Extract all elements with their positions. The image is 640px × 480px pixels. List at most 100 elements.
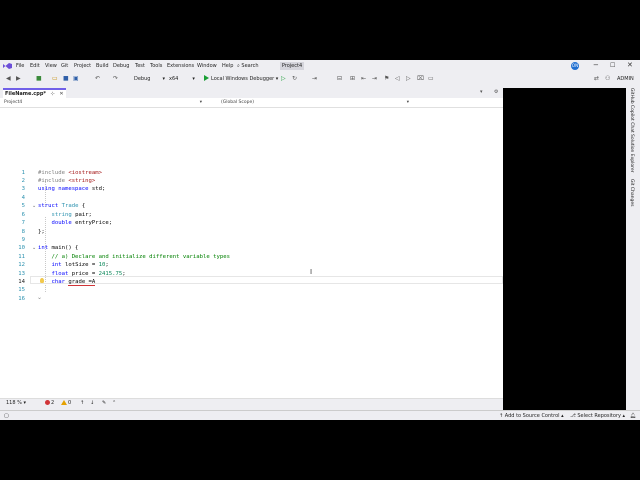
editor-status-bar: 118 % ▾ 2 0 ↑ ↓ ✎ ⌃ bbox=[0, 398, 503, 408]
warning-count[interactable]: 0 bbox=[61, 400, 71, 407]
menu-project[interactable]: Project bbox=[74, 63, 91, 69]
outdent-icon[interactable]: ⇥ bbox=[372, 75, 377, 83]
minimize-icon[interactable]: − bbox=[593, 61, 599, 69]
close-tab-icon[interactable]: ✕ bbox=[59, 91, 63, 97]
previous-issue-icon[interactable]: ↑ bbox=[80, 400, 84, 407]
keyword: double bbox=[51, 220, 72, 226]
code-line: struct Trade { bbox=[38, 202, 85, 210]
visual-studio-logo-icon bbox=[3, 63, 12, 69]
status-bar: ▢ ↑ Add to Source Control ▴ ⎇ Select Rep… bbox=[0, 410, 640, 420]
new-project-icon[interactable]: ■ bbox=[36, 75, 42, 83]
project-name-badge: Project4 bbox=[280, 62, 304, 70]
platform-dropdown[interactable]: x64 ▾ bbox=[169, 75, 195, 83]
start-debugging-button[interactable]: Local Windows Debugger ▾ bbox=[204, 75, 278, 83]
user-icon[interactable]: ⚇ bbox=[605, 75, 610, 83]
settings-icon[interactable]: ⚙ bbox=[494, 89, 498, 95]
keyword: int bbox=[51, 262, 62, 268]
undo-icon[interactable]: ↶ bbox=[95, 75, 100, 83]
line-number: 16 bbox=[18, 296, 25, 302]
menu-file[interactable]: File bbox=[16, 63, 24, 69]
menu-window[interactable]: Window bbox=[197, 63, 217, 69]
next-bookmark-icon[interactable]: ▷ bbox=[406, 75, 411, 83]
project-scope-dropdown[interactable]: Project4 ▾ bbox=[4, 99, 204, 106]
close-window-icon[interactable]: ✕ bbox=[627, 61, 633, 69]
redo-icon[interactable]: ↷ bbox=[113, 75, 118, 83]
text-cursor-icon: I bbox=[310, 268, 313, 276]
line-number: 5 bbox=[21, 203, 25, 209]
back-icon[interactable]: ◀ bbox=[6, 75, 11, 83]
comment-icon[interactable]: ⊟ bbox=[337, 75, 342, 83]
zoom-level[interactable]: 118 % ▾ bbox=[6, 400, 26, 407]
project-scope-label: Project4 bbox=[4, 100, 23, 105]
indent-icon[interactable]: ⇤ bbox=[361, 75, 366, 83]
menu-tools[interactable]: Tools bbox=[150, 63, 162, 69]
start-without-debugging-icon[interactable]: ▷ bbox=[281, 75, 286, 83]
select-repository-label: Select Repository bbox=[577, 413, 621, 419]
menu-debug[interactable]: Debug bbox=[113, 63, 129, 69]
menu-test[interactable]: Test bbox=[135, 63, 145, 69]
tab-git-changes[interactable]: Git Changes bbox=[629, 179, 634, 207]
menu-help[interactable]: Help bbox=[222, 63, 233, 69]
document-tab-strip: FileName.cpp* ⊹ ✕ ▾ ⚙ bbox=[0, 88, 503, 100]
error-icon bbox=[45, 400, 50, 405]
add-source-control-button[interactable]: ↑ Add to Source Control ▴ bbox=[499, 413, 564, 419]
menu-build[interactable]: Build bbox=[96, 63, 109, 69]
include-path: <string> bbox=[68, 178, 96, 184]
code-editor[interactable]: 1 2 3 4 5 6 7 8 9 10 11 12 13 14 15 16 ⌄… bbox=[0, 108, 503, 403]
tab-label: FileName.cpp* bbox=[5, 91, 47, 97]
global-scope-dropdown[interactable]: (Global Scope) ▾ bbox=[221, 99, 411, 106]
error-count[interactable]: 2 bbox=[45, 400, 54, 407]
code-line: int lotSize = 10; bbox=[38, 261, 108, 269]
save-icon[interactable]: ■ bbox=[63, 75, 69, 83]
tab-github-copilot-chat[interactable]: GitHub Copilot Chat bbox=[629, 88, 634, 133]
open-folder-icon[interactable]: ▭ bbox=[52, 75, 58, 83]
menu-bar: File Edit View Git Project Build Debug T… bbox=[0, 60, 640, 72]
collapse-icon[interactable]: ⌄ bbox=[32, 245, 36, 251]
more-tools-icon[interactable]: ▭ bbox=[428, 75, 434, 83]
line-number: 7 bbox=[21, 220, 25, 226]
pin-icon[interactable]: ⊹ bbox=[51, 91, 55, 97]
keyword: char bbox=[51, 279, 65, 285]
configuration-dropdown[interactable]: Debug ▾ bbox=[134, 75, 165, 83]
menu-edit[interactable]: Edit bbox=[30, 63, 40, 69]
search-icon: ⌕ bbox=[237, 63, 240, 69]
chevron-down-icon[interactable]: ⌄ bbox=[37, 294, 42, 301]
bookmark-icon[interactable]: ⚑ bbox=[384, 75, 389, 83]
error-count-value: 2 bbox=[51, 400, 55, 406]
tab-overflow-icon[interactable]: ▾ bbox=[480, 89, 483, 95]
live-share-icon[interactable]: ⇄ bbox=[594, 75, 599, 83]
keyword: struct bbox=[38, 203, 59, 209]
keyword: int bbox=[38, 245, 49, 251]
code-text: { bbox=[81, 203, 86, 209]
zoom-value: 118 % bbox=[6, 400, 22, 406]
tab-solution-explorer[interactable]: Solution Explorer bbox=[629, 134, 634, 173]
status-ready-icon: ▢ bbox=[4, 413, 9, 419]
save-all-icon[interactable]: ▣ bbox=[73, 75, 79, 83]
code-text: main() { bbox=[51, 245, 79, 251]
type-name: string bbox=[51, 212, 72, 218]
forward-icon[interactable]: ▶ bbox=[16, 75, 21, 83]
maximize-icon[interactable]: ☐ bbox=[610, 62, 615, 69]
prev-bookmark-icon[interactable]: ◁ bbox=[395, 75, 400, 83]
cleanup-icon[interactable]: ✎ bbox=[102, 400, 106, 407]
menu-git[interactable]: Git bbox=[61, 63, 68, 69]
menu-view[interactable]: View bbox=[45, 63, 57, 69]
right-tool-panel bbox=[503, 88, 626, 410]
preprocessor: #include bbox=[38, 178, 65, 184]
side-tab-strip: GitHub Copilot Chat Solution Explorer Gi… bbox=[626, 84, 640, 410]
code-line: }; bbox=[38, 228, 45, 236]
keyword: float bbox=[51, 271, 69, 277]
restart-icon[interactable]: ↻ bbox=[292, 75, 297, 83]
code-text: price = bbox=[71, 271, 96, 277]
notifications-icon[interactable]: 🔔︎ bbox=[630, 413, 636, 419]
uncomment-icon[interactable]: ⊞ bbox=[350, 75, 355, 83]
avatar[interactable]: ON bbox=[571, 62, 579, 70]
search-box[interactable]: ⌕ Search bbox=[237, 63, 259, 69]
step-icon[interactable]: ⇥ bbox=[312, 75, 317, 83]
chevron-up-icon[interactable]: ⌃ bbox=[112, 400, 116, 407]
menu-extensions[interactable]: Extensions bbox=[167, 63, 194, 69]
collapse-icon[interactable]: ⌄ bbox=[32, 203, 36, 209]
select-repository-button[interactable]: ⎇ Select Repository ▴ bbox=[570, 413, 625, 419]
clear-bookmarks-icon[interactable]: ⌧ bbox=[417, 75, 424, 83]
next-issue-icon[interactable]: ↓ bbox=[90, 400, 94, 407]
